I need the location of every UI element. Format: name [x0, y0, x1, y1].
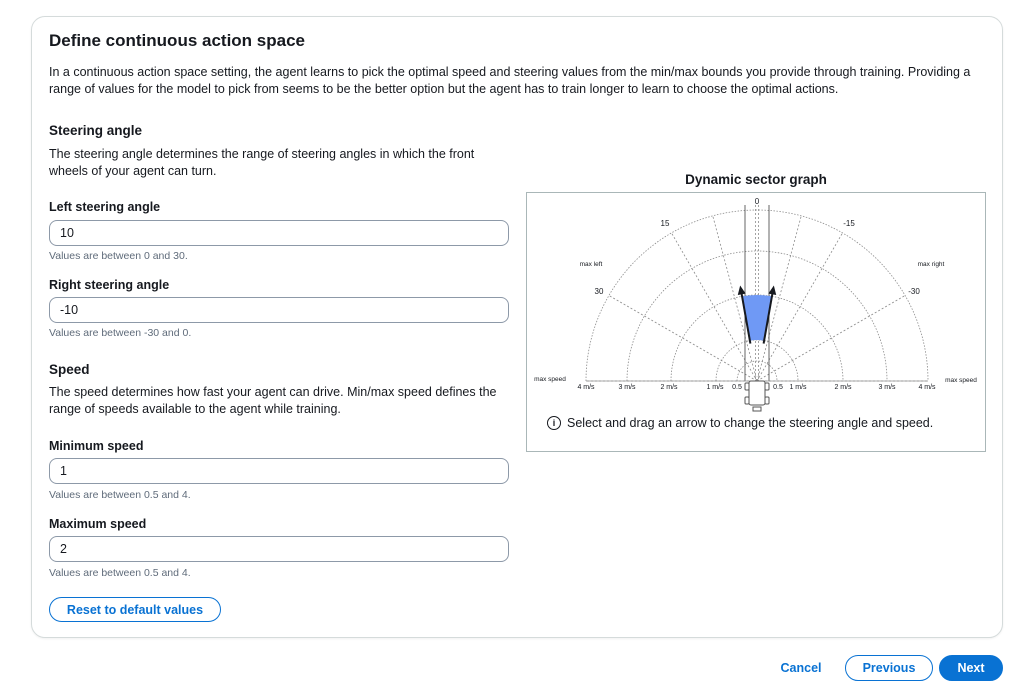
max-speed-right-label: max speed — [945, 377, 977, 384]
speed-tick-left-2: 2 m/s — [660, 384, 678, 391]
right-steering-hint: Values are between -30 and 0. — [49, 327, 192, 339]
speed-tick-left-3: 3 m/s — [618, 384, 636, 391]
angle-label-neg30: -30 — [908, 287, 920, 296]
left-steering-label: Left steering angle — [49, 200, 161, 214]
left-steering-hint: Values are between 0 and 30. — [49, 250, 188, 262]
speed-tick-right-1: 1 m/s — [789, 384, 807, 391]
angle-label-30: 30 — [595, 287, 604, 296]
speed-tick-right-2: 2 m/s — [834, 384, 852, 391]
reset-defaults-button[interactable]: Reset to default values — [49, 597, 221, 622]
speed-tick-left-05: 0.5 — [732, 384, 742, 391]
speed-description: The speed determines how fast your agent… — [49, 385, 497, 416]
car-icon — [744, 380, 770, 412]
max-speed-input[interactable] — [49, 536, 509, 562]
intro-text: In a continuous action space setting, th… — [49, 65, 971, 96]
max-left-label: max left — [580, 261, 603, 268]
steering-description: The steering angle determines the range … — [49, 147, 475, 178]
speed-tick-right-05: 0.5 — [773, 384, 783, 391]
min-speed-hint: Values are between 0.5 and 4. — [49, 489, 191, 501]
speed-tick-right-4: 4 m/s — [918, 384, 936, 391]
page-title: Define continuous action space — [49, 31, 305, 50]
angle-label-0: 0 — [755, 197, 760, 206]
min-speed-input[interactable] — [49, 458, 509, 484]
next-button[interactable]: Next — [939, 655, 1003, 681]
speed-arc — [736, 360, 778, 382]
graph-title: Dynamic sector graph — [685, 172, 827, 187]
max-speed-hint: Values are between 0.5 and 4. — [49, 567, 191, 579]
speed-tick-right-3: 3 m/s — [878, 384, 896, 391]
arrow-head[interactable] — [768, 285, 777, 296]
angle-label-neg15: -15 — [843, 219, 855, 228]
arrow-head[interactable] — [737, 285, 746, 296]
left-steering-input[interactable] — [49, 220, 509, 246]
cancel-button[interactable]: Cancel — [770, 655, 832, 681]
angle-line — [608, 295, 758, 382]
right-steering-label: Right steering angle — [49, 278, 170, 292]
speed-arc — [715, 339, 799, 382]
dynamic-sector-graph: 0 15 -15 30 -30 max left max right max s… — [526, 192, 986, 452]
speed-tick-left-4: 4 m/s — [577, 384, 595, 391]
previous-button[interactable]: Previous — [845, 655, 933, 681]
graph-instruction-text: Select and drag an arrow to change the s… — [567, 416, 934, 430]
action-space-card: Define continuous action space In a cont… — [31, 16, 1003, 638]
graph-instruction: i Select and drag an arrow to change the… — [547, 416, 977, 430]
angle-line — [756, 295, 906, 382]
graph-grid — [585, 205, 929, 382]
max-speed-label: Maximum speed — [49, 517, 147, 531]
speed-tick-left-1: 1 m/s — [706, 384, 724, 391]
min-speed-label: Minimum speed — [49, 439, 144, 453]
max-right-label: max right — [918, 261, 945, 268]
info-icon: i — [547, 416, 561, 430]
speed-section-title: Speed — [49, 362, 90, 377]
sector-graph-svg: 0 15 -15 30 -30 max left max right max s… — [534, 197, 977, 412]
steering-section-title: Steering angle — [49, 123, 143, 138]
right-steering-input[interactable] — [49, 297, 509, 323]
angle-label-15: 15 — [661, 219, 670, 228]
max-speed-left-label: max speed — [534, 376, 566, 383]
